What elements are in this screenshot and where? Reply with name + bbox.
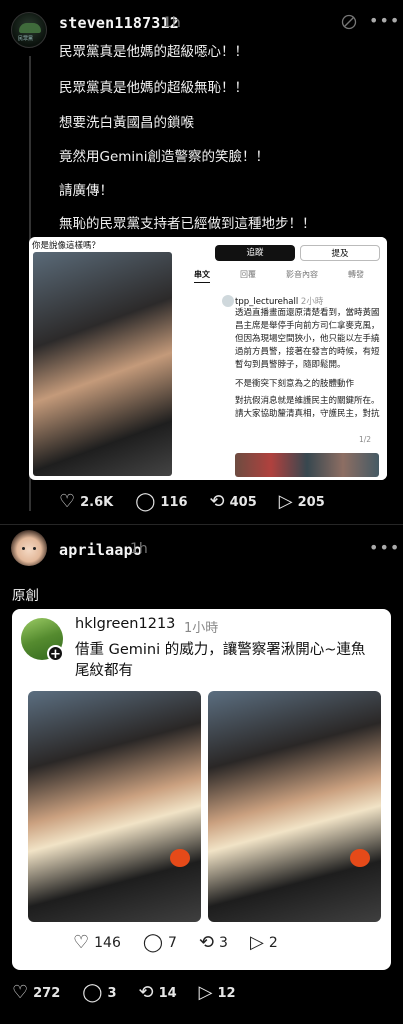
comment-icon: ◯ <box>135 491 156 512</box>
screenshot-page-indicator: 1/2 <box>359 435 372 444</box>
comment-icon: ◯ <box>142 932 164 953</box>
comment-button[interactable]: ◯ 7 <box>143 934 177 952</box>
screenshot-media-strip <box>235 453 379 477</box>
mute-icon[interactable] <box>341 14 357 34</box>
post-text-line: 無恥的民眾黨支持者已經做到這種地步！！ <box>59 216 316 232</box>
quoted-text: 借重 Gemini 的威力，讓警察署湫開心~連魚尾紋都有 <box>75 642 366 679</box>
avatar-eye <box>33 547 36 550</box>
post-actions: ♡ 2.6K ◯ 116 ⟲ 405 ▷ 205 <box>59 493 347 511</box>
comment-count: 3 <box>107 985 117 1001</box>
like-count: 146 <box>94 935 121 951</box>
share-button[interactable]: ▷ 12 <box>199 984 236 1002</box>
quoted-image-edited[interactable] <box>208 691 381 922</box>
quoted-actions: ♡ 146 ◯ 7 ⟲ 3 ▷ 2 <box>73 934 300 952</box>
tab-threads: 串文 <box>194 269 210 283</box>
repost-icon: ⟲ <box>209 491 225 512</box>
comment-button[interactable]: ◯ 116 <box>135 493 187 511</box>
more-options-icon[interactable]: ••• <box>369 538 400 557</box>
mention-button: 提及 <box>300 245 380 261</box>
avatar[interactable]: 民眾黨 <box>11 12 47 48</box>
share-button[interactable]: ▷ 205 <box>279 493 325 511</box>
like-button[interactable]: ♡ 146 <box>73 934 121 952</box>
comment-button[interactable]: ◯ 3 <box>82 984 116 1002</box>
share-count: 205 <box>297 494 325 510</box>
screenshot-time: 2小時 <box>300 297 324 307</box>
screenshot-username: tpp_lecturehall <box>235 297 299 307</box>
share-icon: ▷ <box>198 982 213 1003</box>
embedded-screenshot[interactable]: 你是說像這樣嗎？ 追蹤 提及 串文 回覆 影音內容 轉發 tpp_lecture… <box>29 237 387 480</box>
comment-count: 7 <box>168 935 177 951</box>
post-text-line: 民眾黨真是他媽的超級無恥！！ <box>59 80 248 96</box>
avatar-eye <box>22 547 25 550</box>
comment-count: 116 <box>160 494 188 510</box>
party-logo-icon <box>19 23 41 33</box>
post-text-line: 請廣傳！ <box>59 183 113 199</box>
post-username[interactable]: steven1187312 <box>59 14 179 32</box>
like-button[interactable]: ♡ 2.6K <box>59 493 113 511</box>
repost-button[interactable]: ⟲ 14 <box>138 984 176 1002</box>
share-count: 12 <box>217 985 236 1001</box>
follow-button: 追蹤 <box>215 245 295 261</box>
repost-icon: ⟲ <box>198 932 215 953</box>
news-photo <box>33 252 172 476</box>
comment-icon: ◯ <box>82 982 103 1003</box>
post-text-line: 想要洗白黃國昌的鎖喉 <box>59 115 194 131</box>
quoted-time: 1小時 <box>184 621 219 636</box>
share-icon: ▷ <box>249 932 264 953</box>
repost-count: 14 <box>158 985 177 1001</box>
screenshot-avatar <box>222 295 234 307</box>
heart-icon: ♡ <box>73 932 90 953</box>
share-icon: ▷ <box>278 491 293 512</box>
screenshot-paragraph: 對抗假消息就是維護民主的關鍵所在。請大家協助釐清真相，守護民主，對抗假消息。 <box>235 396 380 419</box>
post-text: 原創 <box>12 588 39 604</box>
quoted-post[interactable]: + hklgreen1213 1小時 借重 Gemini 的威力，讓警察署湫開心… <box>12 609 391 970</box>
like-count: 2.6K <box>80 494 114 510</box>
post-text-line: 竟然用Gemini創造警察的笑臉！！ <box>59 149 269 165</box>
heart-icon: ♡ <box>12 982 29 1003</box>
tab-reposts: 轉發 <box>348 270 364 279</box>
screenshot-caption: 你是說像這樣嗎？ <box>32 241 101 251</box>
avatar[interactable] <box>11 530 47 566</box>
post-divider <box>0 524 403 525</box>
post-text-line: 民眾黨真是他媽的超級噁心！！ <box>59 44 248 60</box>
tab-replies: 回覆 <box>240 270 256 279</box>
repost-icon: ⟲ <box>138 982 154 1003</box>
share-count: 2 <box>268 935 278 951</box>
heart-icon: ♡ <box>59 491 76 512</box>
avatar-logo-text: 民眾黨 <box>18 36 34 42</box>
tab-media: 影音內容 <box>286 270 318 279</box>
repost-count: 3 <box>219 935 228 951</box>
repost-button[interactable]: ⟲ 3 <box>199 934 228 952</box>
screenshot-profile-panel: 追蹤 提及 串文 回覆 影音內容 轉發 tpp_lecturehall 2小時 … <box>179 237 387 480</box>
more-options-icon[interactable]: ••• <box>369 11 400 30</box>
badge-icon <box>170 849 190 867</box>
screenshot-paragraph: 不是衝突下刻意為之的肢體動作 <box>235 379 355 389</box>
screenshot-body: 透過直播畫面還原清楚看到，當時黃國昌主席是舉停手向前方司仁拿麥克風，但因為現場空… <box>235 307 380 421</box>
post-time: 1h <box>130 541 148 557</box>
like-button[interactable]: ♡ 272 <box>12 984 60 1002</box>
post-actions: ♡ 272 ◯ 3 ⟲ 14 ▷ 12 <box>12 984 258 1002</box>
screenshot-user: tpp_lecturehall 2小時 <box>235 295 323 307</box>
repost-button[interactable]: ⟲ 405 <box>210 493 257 511</box>
like-count: 272 <box>33 985 61 1001</box>
screenshot-tabs: 串文 回覆 影音內容 轉發 <box>179 269 379 283</box>
post-time: 1h <box>163 15 181 31</box>
follow-plus-icon[interactable]: + <box>47 645 64 662</box>
share-button[interactable]: ▷ 2 <box>250 934 278 952</box>
quoted-username[interactable]: hklgreen1213 <box>75 616 175 632</box>
screenshot-paragraph: 透過直播畫面還原清楚看到，當時黃國昌主席是舉停手向前方司仁拿麥克風，但因為現場空… <box>235 308 380 370</box>
quoted-image-original[interactable] <box>28 691 201 922</box>
repost-count: 405 <box>229 494 257 510</box>
badge-icon <box>350 849 370 867</box>
